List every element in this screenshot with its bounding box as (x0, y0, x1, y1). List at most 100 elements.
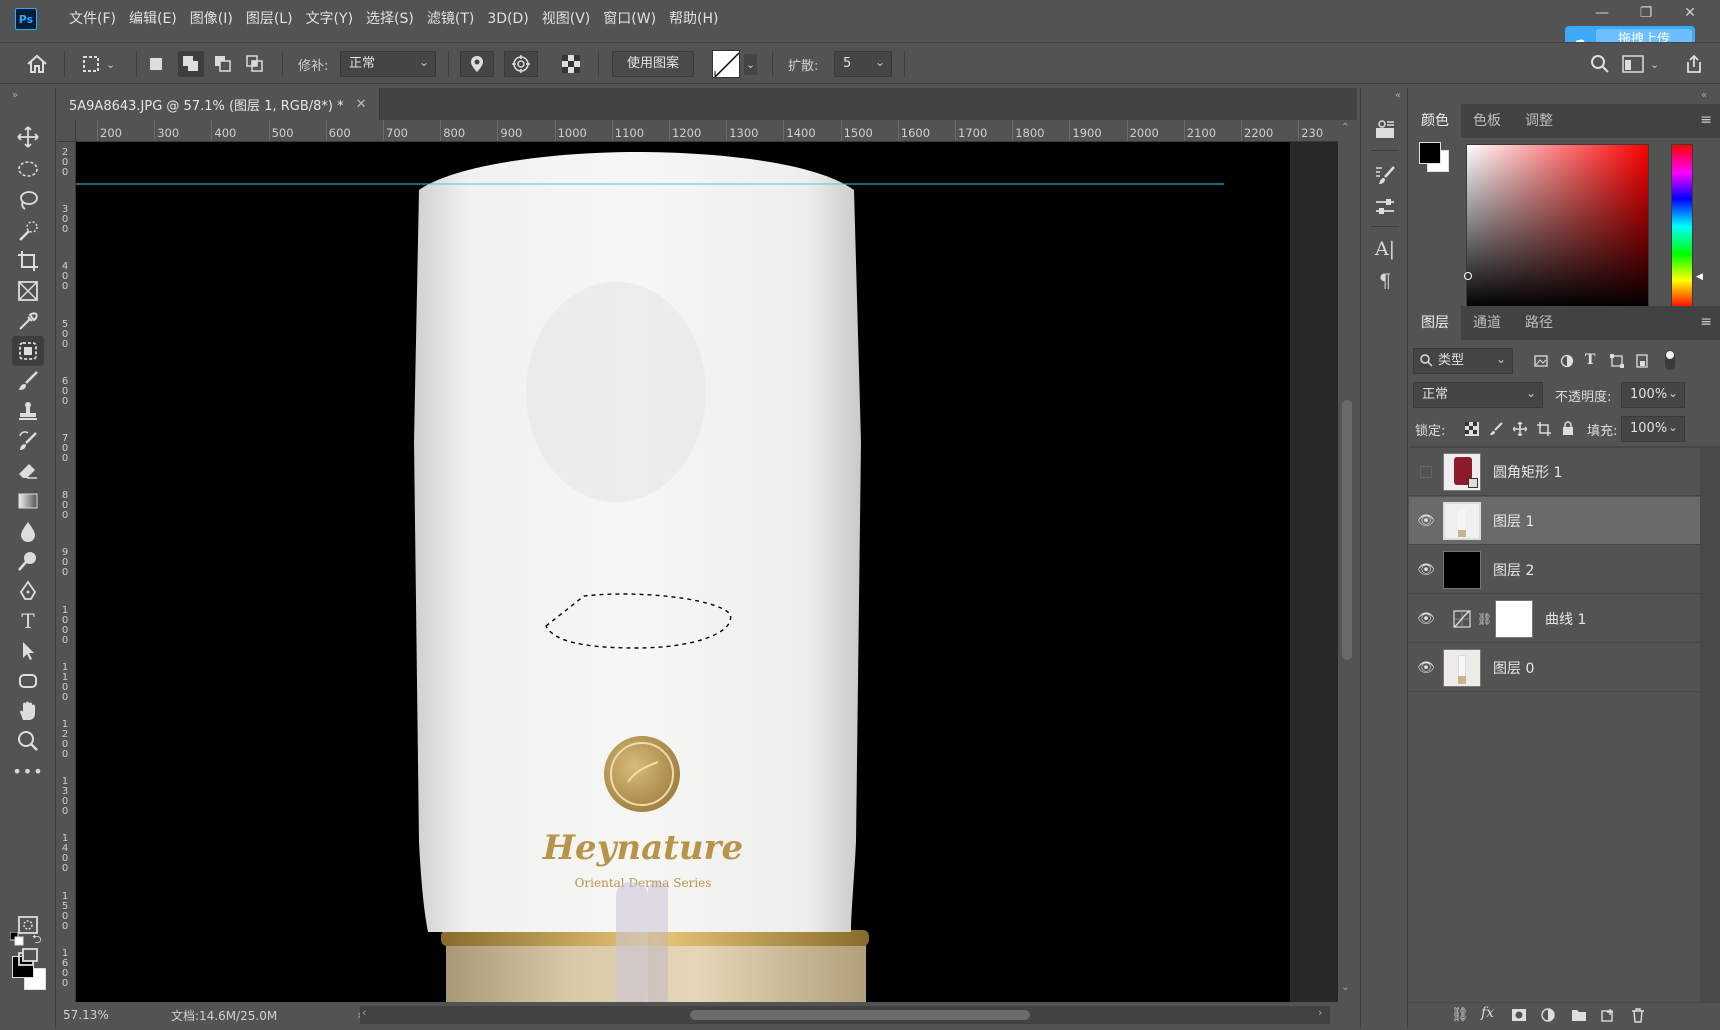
eye-icon[interactable]: 👁 (1409, 611, 1443, 627)
menu-edit[interactable]: 编辑(E) (123, 0, 183, 38)
minimize-icon[interactable]: — (1580, 0, 1624, 26)
zoom-tool-icon[interactable] (12, 726, 44, 756)
color-picker-field[interactable] (1466, 144, 1649, 309)
add-mask-icon[interactable] (1511, 1008, 1527, 1026)
path-selection-tool-icon[interactable] (12, 636, 44, 666)
selection-intersect-icon[interactable] (246, 51, 264, 77)
menu-type[interactable]: 文字(Y) (300, 0, 359, 38)
eyedropper-tool-icon[interactable] (12, 306, 44, 336)
search-icon[interactable] (1590, 51, 1610, 77)
character-panel-icon[interactable]: A| (1369, 234, 1401, 264)
layer-row[interactable]: 圆角矩形 1 (1409, 448, 1700, 496)
layer-row[interactable]: 👁 ⛓ 曲线 1 (1409, 595, 1700, 643)
status-zoom[interactable]: 57.13% (63, 1008, 123, 1022)
filter-toggle[interactable] (1665, 350, 1675, 370)
collapse-arrows-icon[interactable]: » (12, 90, 18, 101)
share-icon[interactable] (1684, 51, 1704, 77)
more-tools-icon[interactable]: ••• (12, 756, 44, 786)
scroll-left-icon[interactable]: ‹ (362, 1006, 366, 1019)
layer-name[interactable]: 图层 1 (1493, 511, 1534, 531)
selection-subtract-icon[interactable] (214, 51, 232, 77)
tab-paths[interactable]: 路径 (1513, 306, 1565, 340)
selection-new-icon[interactable] (150, 51, 162, 77)
learn-panel-icon[interactable] (1369, 114, 1401, 144)
eye-icon[interactable]: 👁 (1409, 562, 1443, 578)
tab-channels[interactable]: 通道 (1461, 306, 1513, 340)
filter-shape-icon[interactable] (1610, 354, 1624, 372)
canvas[interactable]: Heynature Oriental Derma Series (76, 142, 1338, 1002)
vertical-scrollbar[interactable]: ⌃ ⌄ (1338, 120, 1356, 1002)
workspace-icon[interactable]: ⌄ (1622, 51, 1659, 77)
history-brush-tool-icon[interactable] (12, 426, 44, 456)
diffuse-select[interactable]: 5 (834, 50, 892, 77)
horizontal-scroll-thumb[interactable] (690, 1010, 1030, 1020)
lock-brush-icon[interactable] (1489, 422, 1503, 440)
layer-row[interactable]: 👁 图层 1 (1409, 497, 1700, 545)
frame-tool-icon[interactable] (12, 276, 44, 306)
layer-name[interactable]: 圆角矩形 1 (1493, 462, 1562, 482)
screen-mode-icon[interactable] (12, 942, 44, 972)
lock-position-icon[interactable] (1512, 421, 1528, 440)
layers-panel-menu-icon[interactable]: ≡ (1700, 314, 1712, 330)
source-pin-icon[interactable] (460, 51, 494, 77)
new-adjustment-icon[interactable] (1541, 1008, 1555, 1026)
clone-stamp-tool-icon[interactable] (12, 396, 44, 426)
menu-image[interactable]: 图像(I) (184, 0, 239, 38)
color-picker-handle[interactable] (1464, 272, 1472, 280)
menu-layer[interactable]: 图层(L) (240, 0, 299, 38)
paragraph-panel-icon[interactable]: ¶ (1369, 266, 1401, 296)
layer-name[interactable]: 曲线 1 (1545, 609, 1586, 629)
collapse-arrows-icon[interactable]: « (1701, 90, 1707, 101)
lock-transparent-icon[interactable] (1465, 422, 1479, 440)
panel-foreground-swatch[interactable] (1419, 142, 1441, 164)
patch-mode-select[interactable]: 正常 (340, 50, 436, 77)
tab-color[interactable]: 颜色 (1409, 104, 1461, 138)
panel-menu-icon[interactable]: ≡ (1700, 112, 1712, 128)
crop-tool-icon[interactable] (12, 246, 44, 276)
horizontal-scrollbar[interactable]: ‹ › (360, 1006, 1330, 1024)
eye-icon[interactable]: 👁 (1409, 513, 1443, 529)
menu-file[interactable]: 文件(F) (63, 0, 122, 38)
filter-type-icon[interactable]: T (1585, 352, 1595, 368)
transparent-checker-icon[interactable] (562, 51, 580, 77)
selection-add-icon[interactable] (178, 51, 204, 77)
vertical-scroll-thumb[interactable] (1342, 400, 1352, 660)
home-icon[interactable] (26, 51, 48, 77)
use-pattern-button[interactable]: 使用图案 (612, 51, 695, 77)
quick-mask-icon[interactable] (12, 910, 44, 940)
eraser-tool-icon[interactable] (12, 456, 44, 486)
menu-3d[interactable]: 3D(D) (481, 0, 534, 38)
lasso-tool-icon[interactable] (12, 185, 44, 215)
brush-settings-icon[interactable] (1369, 160, 1401, 190)
patch-tool-icon[interactable] (12, 336, 44, 366)
mask-link-icon[interactable]: ⛓ (1477, 612, 1492, 626)
ruler-origin[interactable] (57, 120, 76, 142)
hue-slider-handle-icon[interactable]: ◀ (1696, 272, 1703, 282)
scroll-down-icon[interactable]: ⌄ (1341, 982, 1349, 993)
dodge-tool-icon[interactable] (12, 546, 44, 576)
tool-preset-icon[interactable]: ⌄ (80, 51, 115, 77)
ruler-top[interactable]: 200 300 400 500 600 700 800 900 1000 1100 1200 1300… (76, 120, 1338, 142)
filter-pixel-icon[interactable] (1534, 354, 1548, 372)
tab-layers[interactable]: 图层 (1409, 306, 1461, 340)
new-layer-icon[interactable] (1601, 1008, 1615, 1026)
ruler-left[interactable]: 200 300 400 500 600 700 800 900 1000 1100 1200 1300… (57, 142, 76, 1002)
layer-row[interactable]: 👁 图层 2 (1409, 546, 1700, 594)
link-layers-icon[interactable]: ⛓ (1451, 1007, 1469, 1023)
eye-icon[interactable]: 👁 (1409, 660, 1443, 676)
layer-name[interactable]: 图层 2 (1493, 560, 1534, 580)
menu-view[interactable]: 视图(V) (536, 0, 597, 38)
opacity-field[interactable]: 100% (1621, 381, 1685, 408)
menu-select[interactable]: 选择(S) (360, 0, 420, 38)
filter-adjustment-icon[interactable] (1560, 354, 1574, 372)
menu-help[interactable]: 帮助(H) (663, 0, 724, 38)
layers-scrollbar[interactable] (1700, 448, 1720, 1002)
collapse-arrows-icon[interactable]: « (1395, 90, 1401, 101)
filter-smart-object-icon[interactable] (1635, 354, 1649, 372)
new-group-icon[interactable] (1571, 1008, 1587, 1026)
lock-all-icon[interactable] (1561, 421, 1575, 440)
close-window-icon[interactable]: ✕ (1668, 0, 1712, 26)
rectangle-tool-icon[interactable] (12, 666, 44, 696)
destination-target-icon[interactable] (504, 51, 538, 77)
type-tool-icon[interactable]: T (12, 606, 44, 636)
